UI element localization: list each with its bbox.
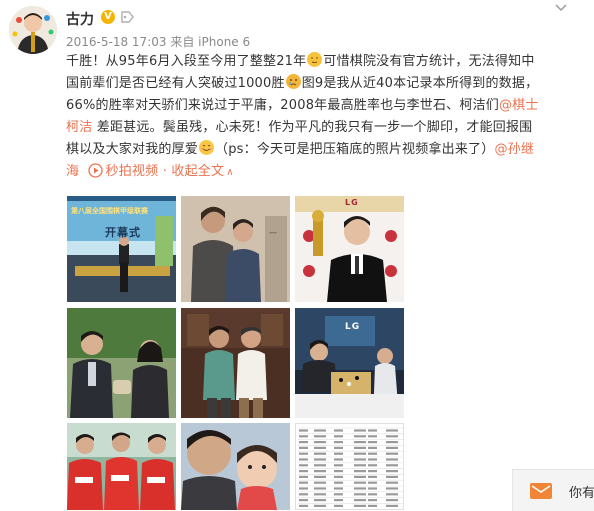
photo-thumbnail-5[interactable] bbox=[181, 308, 290, 418]
sleepy-emoji-icon bbox=[307, 52, 323, 67]
post-line: 66%的胜率对天骄们来说过于平庸，2008年最高胜率也与李世石、柯洁们@棋士 bbox=[66, 95, 586, 117]
post-line: 海 秒拍视频 · 收起全文 ∧ bbox=[66, 161, 586, 183]
verified-badge-icon: V bbox=[101, 10, 115, 24]
chat-widget[interactable]: 你有 bbox=[512, 469, 594, 511]
photo-banner-text: 第八届全国围棋甲级联赛 bbox=[71, 207, 148, 215]
collapse-text-link[interactable]: 收起全文 bbox=[171, 164, 224, 179]
mention-link[interactable]: 海 bbox=[66, 164, 79, 179]
crying-emoji-icon bbox=[285, 74, 301, 89]
mention-link[interactable]: @棋士 bbox=[499, 98, 539, 113]
source-device[interactable]: iPhone 6 bbox=[198, 35, 250, 49]
source-prefix: 来自 bbox=[170, 35, 195, 49]
post-text: 千胜！从95年6月入段至今用了整整21年 可惜棋院没有官方统计，无法得知中 国前辈… bbox=[66, 51, 586, 183]
svg-text:一: 一 bbox=[269, 229, 277, 238]
username[interactable]: 古力 bbox=[66, 9, 94, 29]
member-tag-icon bbox=[121, 11, 134, 23]
post-line: 国前辈们是否已经有人突破过1000胜 图9是我从近40本记录本所得到的数据， bbox=[66, 73, 586, 95]
post-text-segment: 可惜棋院没有官方统计，无法得知中 bbox=[323, 54, 535, 69]
photo-thumbnail-7[interactable] bbox=[67, 423, 176, 510]
post-text-segment: （ps：今天可是把压箱底的照片视频拿出来了） bbox=[215, 142, 495, 157]
smile-emoji-icon bbox=[199, 140, 215, 155]
photo-logo-text: LG bbox=[345, 198, 359, 207]
photo-thumbnail-6[interactable]: LG bbox=[295, 308, 404, 418]
post-meta: 2016-5-18 17:03 来自 iPhone 6 bbox=[66, 33, 250, 50]
photo-caption: 开幕式 bbox=[105, 226, 141, 239]
avatar[interactable] bbox=[9, 6, 57, 54]
chat-label: 你有 bbox=[569, 486, 594, 501]
statistics-table-image bbox=[298, 427, 403, 507]
mail-icon bbox=[530, 483, 552, 499]
photo-thumbnail-9[interactable] bbox=[295, 423, 404, 510]
post-text-segment: 图9是我从近40本记录本所得到的数据， bbox=[301, 76, 539, 91]
photo-thumbnail-1[interactable]: 第八届全国围棋甲级联赛 开幕式 bbox=[67, 196, 176, 302]
post-line: 千胜！从95年6月入段至今用了整整21年 可惜棋院没有官方统计，无法得知中 bbox=[66, 51, 586, 73]
photo-thumbnail-2[interactable]: 一 bbox=[181, 196, 290, 302]
chevron-up-icon[interactable]: ∧ bbox=[226, 167, 234, 178]
chevron-down-icon[interactable] bbox=[554, 2, 568, 14]
mention-link[interactable]: 柯洁 bbox=[66, 120, 92, 135]
post-text-segment: 差距甚远。鬓虽残，心未死！作为平凡的我只有一步一个脚印，才能回报围 bbox=[92, 120, 533, 135]
post-text-segment: 国前辈们是否已经有人突破过1000胜 bbox=[66, 76, 285, 91]
post-timestamp[interactable]: 2016-5-18 17:03 bbox=[66, 35, 167, 49]
mention-link[interactable]: @孙继 bbox=[494, 142, 534, 157]
video-link-label: 秒拍视频 bbox=[105, 164, 159, 179]
post-line: 棋以及大家对我的厚爱 （ps：今天可是把压箱底的照片视频拿出来了）@孙继 bbox=[66, 139, 586, 161]
post-line: 柯洁 差距甚远。鬓虽残，心未死！作为平凡的我只有一步一个脚印，才能回报围 bbox=[66, 117, 586, 139]
video-play-icon bbox=[87, 163, 103, 178]
post-text-segment: 棋以及大家对我的厚爱 bbox=[66, 142, 199, 157]
video-link[interactable]: 秒拍视频 bbox=[87, 163, 159, 179]
photo-thumbnail-3[interactable]: LG bbox=[295, 196, 404, 302]
post-text-segment: 66%的胜率对天骄们来说过于平庸，2008年最高胜率也与李世石、柯洁们 bbox=[66, 98, 499, 113]
photo-thumbnail-4[interactable] bbox=[67, 308, 176, 418]
weibo-post-card: 古力 V 2016-5-18 17:03 来自 iPhone 6 千胜！从95年… bbox=[0, 0, 594, 511]
photo-thumbnail-8[interactable] bbox=[181, 423, 290, 510]
photo-banner-text: LG bbox=[345, 322, 361, 332]
post-text-segment: 千胜！从95年6月入段至今用了整整21年 bbox=[66, 54, 307, 69]
